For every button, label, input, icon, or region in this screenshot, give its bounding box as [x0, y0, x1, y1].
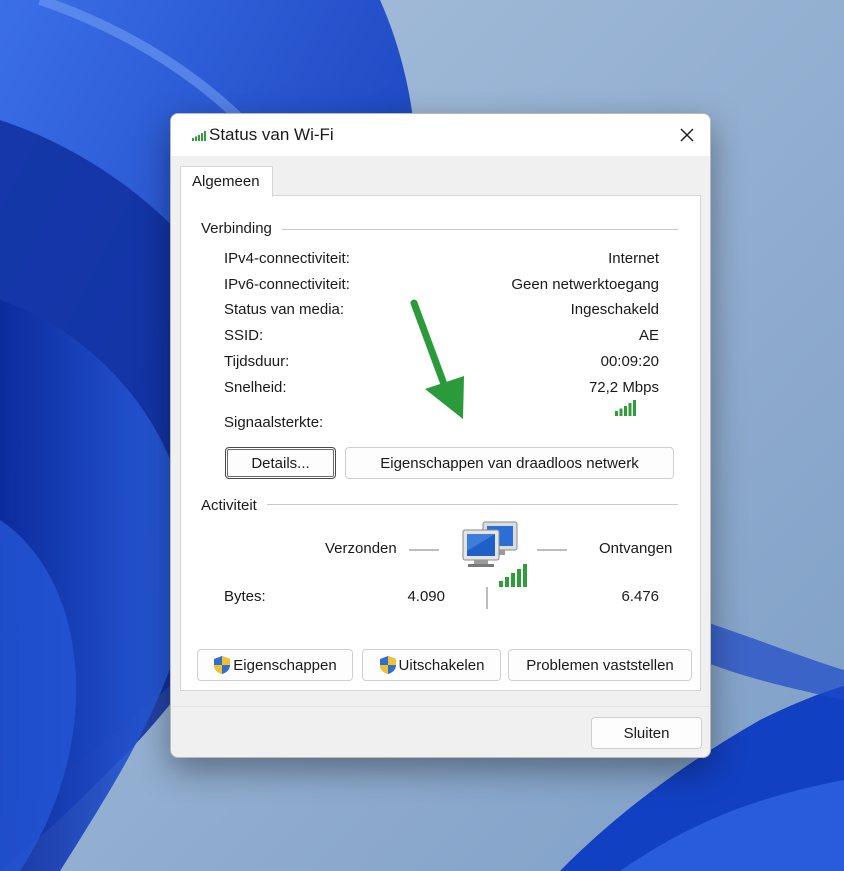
tab-general[interactable]: Algemeen: [180, 166, 273, 197]
close-window-button[interactable]: [664, 114, 710, 156]
speed-label: Snelheid:: [224, 379, 287, 396]
uac-shield-icon: [379, 656, 396, 674]
ssid-label: SSID:: [224, 327, 264, 344]
general-tab-panel: Verbinding IPv4-connectiviteit: Internet…: [180, 195, 701, 691]
media-status-label: Status van media:: [224, 301, 345, 318]
connection-group-title: Verbinding: [201, 220, 282, 237]
disable-button[interactable]: Uitschakelen: [362, 649, 501, 681]
duration-label: Tijdsduur:: [224, 353, 290, 370]
ipv4-label: IPv4-connectiviteit:: [224, 250, 350, 267]
wifi-signal-icon: [192, 131, 206, 141]
diagnose-button[interactable]: Problemen vaststellen: [508, 649, 692, 681]
ipv4-value: Internet: [608, 250, 659, 267]
properties-button[interactable]: Eigenschappen: [197, 649, 353, 681]
footer-separator: [171, 706, 710, 707]
sent-line: [409, 549, 439, 551]
signal-strength-bars-icon: [615, 400, 636, 416]
window-title: Status van Wi-Fi: [209, 125, 334, 144]
sent-label: Verzonden: [325, 540, 397, 557]
title-bar[interactable]: Status van Wi-Fi: [171, 114, 710, 156]
wifi-status-dialog: Status van Wi-Fi Algemeen Verbinding IPv…: [170, 113, 711, 758]
signal-strength-label: Signaalsterkte:: [224, 414, 324, 431]
close-icon: [680, 128, 694, 142]
tab-strip: Algemeen: [171, 156, 710, 197]
disable-button-label: Uitschakelen: [398, 656, 485, 674]
uac-shield-icon: [214, 656, 231, 674]
green-arrow-annotation: [410, 299, 464, 419]
received-label: Ontvangen: [599, 540, 673, 557]
ipv6-label: IPv6-connectiviteit:: [224, 276, 350, 293]
network-computers-icon: [462, 521, 527, 587]
activity-group-line: [201, 504, 678, 505]
received-line: [537, 549, 567, 551]
details-button[interactable]: Details...: [225, 447, 336, 479]
properties-button-label: Eigenschappen: [233, 656, 337, 674]
wireless-properties-button[interactable]: Eigenschappen van draadloos netwerk: [345, 447, 674, 479]
activity-group-title: Activiteit: [201, 497, 267, 514]
ipv6-value: Geen netwerktoegang: [511, 276, 659, 293]
close-button[interactable]: Sluiten: [591, 717, 702, 749]
bytes-received-value: 6.476: [621, 588, 659, 605]
